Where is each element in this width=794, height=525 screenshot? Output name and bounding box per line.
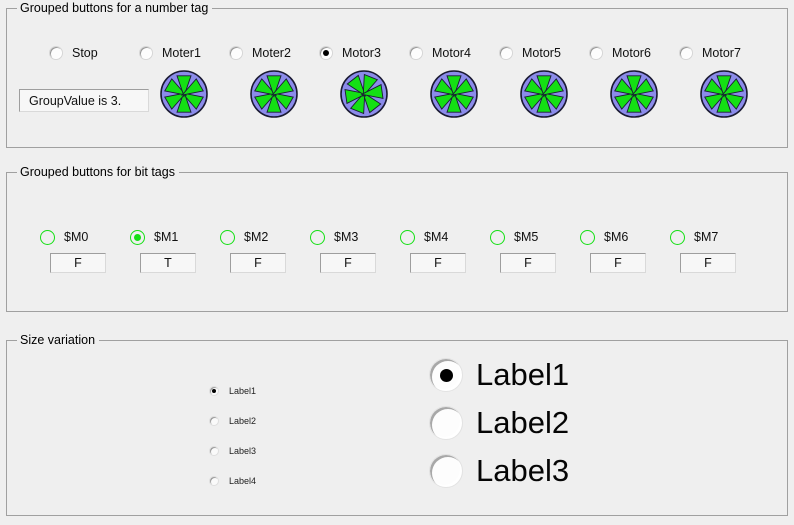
- radio-option-mm7[interactable]: $M7: [670, 229, 780, 245]
- large-radio-option-label2[interactable]: Label2: [429, 403, 569, 443]
- radio-option-motor7[interactable]: Motor7: [679, 45, 789, 61]
- radio-button[interactable]: [209, 386, 219, 396]
- motor-column: Motor7: [679, 45, 789, 118]
- radio-button[interactable]: [209, 476, 219, 486]
- radio-label: $M3: [334, 230, 358, 244]
- radio-label: Motor6: [612, 46, 651, 60]
- motor-fan-icon: [700, 70, 789, 118]
- large-radio-list: Label1 Label2 Label3: [429, 355, 569, 499]
- radio-label: $M6: [604, 230, 628, 244]
- radio-button[interactable]: [670, 230, 685, 245]
- large-radio-option-label1[interactable]: Label1: [429, 355, 569, 395]
- group-value-readout: GroupValue is 3.: [19, 89, 149, 112]
- radio-label: Stop: [72, 46, 98, 60]
- radio-label: Motor7: [702, 46, 741, 60]
- small-radio-list: Label1 Label2 Label3 Label4: [209, 385, 256, 505]
- radio-label: Label4: [229, 476, 256, 486]
- radio-label: $M2: [244, 230, 268, 244]
- radio-label: $M4: [424, 230, 448, 244]
- radio-label: Label1: [229, 386, 256, 396]
- groupbox-bit-tags-title: Grouped buttons for bit tags: [17, 164, 179, 180]
- radio-button[interactable]: [49, 46, 63, 60]
- radio-button[interactable]: [310, 230, 325, 245]
- groupbox-size-variation: Size variation Label1Label2Label3Label4 …: [6, 340, 788, 516]
- bit-value-readout: T: [140, 253, 196, 273]
- bit-value-readout: F: [410, 253, 466, 273]
- radio-button[interactable]: [130, 230, 145, 245]
- radio-label: Label1: [476, 358, 569, 392]
- radio-button[interactable]: [429, 358, 463, 392]
- radio-button[interactable]: [209, 446, 219, 456]
- radio-button[interactable]: [319, 46, 333, 60]
- small-radio-option-label1[interactable]: Label1: [209, 385, 256, 397]
- groupbox-number-tag-title: Grouped buttons for a number tag: [17, 0, 212, 16]
- radio-label: Label3: [476, 454, 569, 488]
- bit-tag-column: $M7 F: [670, 229, 780, 273]
- groupbox-number-tag: Grouped buttons for a number tag GroupVa…: [6, 8, 788, 148]
- radio-label: Motor3: [342, 46, 381, 60]
- radio-label: $M1: [154, 230, 178, 244]
- radio-button[interactable]: [400, 230, 415, 245]
- radio-label: Moter1: [162, 46, 201, 60]
- groupbox-size-variation-title: Size variation: [17, 332, 99, 348]
- small-radio-option-label3[interactable]: Label3: [209, 445, 256, 457]
- bit-value-readout: F: [500, 253, 556, 273]
- radio-button[interactable]: [589, 46, 603, 60]
- app-window: { "colors": { "page_background": "#efefe…: [0, 0, 794, 525]
- radio-button[interactable]: [409, 46, 423, 60]
- radio-label: $M7: [694, 230, 718, 244]
- bit-value-readout: F: [230, 253, 286, 273]
- radio-button[interactable]: [220, 230, 235, 245]
- bit-value-readout: F: [590, 253, 646, 273]
- bit-value-readout: F: [50, 253, 106, 273]
- radio-label: Moter2: [252, 46, 291, 60]
- radio-button[interactable]: [490, 230, 505, 245]
- radio-button[interactable]: [209, 416, 219, 426]
- radio-button[interactable]: [40, 230, 55, 245]
- groupbox-bit-tags: Grouped buttons for bit tags $M0F$M1T$M2…: [6, 172, 788, 312]
- radio-label: $M5: [514, 230, 538, 244]
- bit-value-readout: F: [320, 253, 376, 273]
- radio-button[interactable]: [429, 454, 463, 488]
- large-radio-option-label3[interactable]: Label3: [429, 451, 569, 491]
- bit-value-readout: F: [680, 253, 736, 273]
- radio-button[interactable]: [429, 406, 463, 440]
- radio-button[interactable]: [580, 230, 595, 245]
- radio-label: $M0: [64, 230, 88, 244]
- radio-button[interactable]: [499, 46, 513, 60]
- radio-label: Motor4: [432, 46, 471, 60]
- small-radio-option-label2[interactable]: Label2: [209, 415, 256, 427]
- radio-label: Label2: [476, 406, 569, 440]
- radio-button[interactable]: [139, 46, 153, 60]
- small-radio-option-label4[interactable]: Label4: [209, 475, 256, 487]
- radio-button[interactable]: [679, 46, 693, 60]
- radio-label: Label3: [229, 446, 256, 456]
- radio-button[interactable]: [229, 46, 243, 60]
- radio-label: Motor5: [522, 46, 561, 60]
- radio-label: Label2: [229, 416, 256, 426]
